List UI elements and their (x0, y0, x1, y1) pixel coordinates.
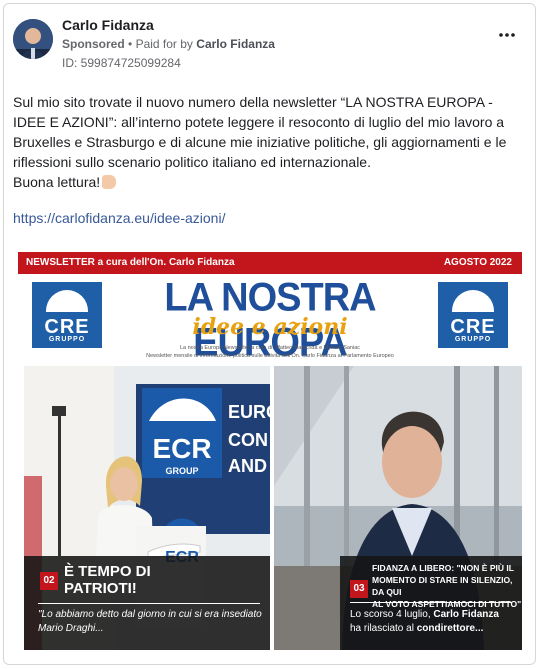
ad-meta: Sponsored • Paid for by Carlo Fidanza (62, 37, 275, 51)
logo-sub: GRUPPO (48, 336, 86, 343)
advertiser-name[interactable]: Carlo Fidanza (62, 17, 154, 33)
ad-body-text: Sul mio sito trovate il nuovo numero del… (13, 92, 525, 192)
left-caption-title: È TEMPO DI PATRIOTI! (64, 563, 151, 597)
left-caption-text: "Lo abbiamo detto dal giorno in cui si e… (38, 609, 262, 634)
dome-icon (452, 290, 494, 312)
ad-card: Carlo Fidanza Sponsored • Paid for by Ca… (3, 3, 536, 665)
article-number: 02 (40, 572, 58, 590)
newsletter-credits: La nostra Europa Newsletter a cura di: M… (118, 344, 422, 360)
sign-line-3: AND (228, 456, 267, 476)
sponsored-label: Sponsored (62, 37, 125, 51)
body-closing: Buona lettura! (13, 172, 525, 192)
closing-text: Buona lettura! (13, 174, 101, 190)
right-article-photo: 03 FIDANZA A LIBERO: "NON È PIÙ IL MOMEN… (274, 366, 522, 650)
caption-rule (38, 603, 260, 604)
right-title-line-1: FIDANZA A LIBERO: "NON È PIÙ IL (372, 563, 514, 573)
ad-link[interactable]: https://carlofidanza.eu/idee-azioni/ (13, 210, 225, 226)
sign-line-2: CON (228, 430, 268, 450)
ad-creative-image[interactable]: NEWSLETTER a cura dell'On. Carlo Fidanza… (18, 252, 522, 650)
logo-sub: GRUPPO (454, 336, 492, 343)
caption-rule (350, 602, 512, 603)
newsletter-subtitle: idee e azioni (192, 314, 348, 340)
credits-line-1: La nostra Europa Newsletter a cura di: M… (179, 345, 361, 351)
more-options-icon[interactable] (498, 28, 516, 42)
paid-for-by-label: Paid for by (135, 37, 193, 51)
dome-icon (46, 290, 88, 312)
more-dots-icon (499, 33, 515, 37)
ad-id: ID: 599874725099284 (62, 56, 181, 70)
advertiser-avatar[interactable] (13, 19, 53, 59)
sign-line-1: EURO (228, 402, 270, 422)
right-caption-text: Lo scorso 4 luglio, Carlo Fidanza ha ril… (350, 608, 520, 636)
right-text-part-1: Lo scorso 4 luglio, (350, 609, 431, 620)
cre-logo-right: CRE GRUPPO (438, 282, 508, 348)
left-title-line-1: È TEMPO DI (64, 563, 151, 580)
newsletter-banner: NEWSLETTER a cura dell'On. Carlo Fidanza… (18, 252, 522, 274)
body-paragraph: Sul mio sito trovate il nuovo numero del… (13, 94, 507, 170)
right-title-line-2: MOMENTO DI STARE IN SILENZIO, DA QUI (372, 575, 513, 597)
banner-left-text: NEWSLETTER a cura dell'On. Carlo Fidanza (26, 257, 235, 268)
credits-line-2: Newsletter mensile di informazione polit… (146, 353, 394, 359)
meta-separator: • (128, 37, 133, 51)
payer-name[interactable]: Carlo Fidanza (196, 37, 275, 51)
right-text-bold: condirettore... (416, 623, 484, 634)
ecr-text: ECR (152, 433, 211, 464)
right-text-name: Carlo Fidanza (433, 609, 499, 620)
left-title-line-2: PATRIOTI! (64, 580, 137, 597)
avatar-photo (13, 19, 53, 59)
pointing-down-hand-icon (102, 175, 117, 189)
right-text-part-2: ha rilasciato al (350, 623, 414, 634)
banner-date: AGOSTO 2022 (443, 257, 512, 268)
cre-logo-left: CRE GRUPPO (32, 282, 102, 348)
left-article-photo: ECR GROUP EURO CON AND ECR 02 È TEMPO DI (24, 366, 270, 650)
ecr-sub: GROUP (165, 466, 198, 476)
left-caption: 02 È TEMPO DI PATRIOTI! "Lo abbiamo dett… (24, 556, 270, 650)
right-caption: 03 FIDANZA A LIBERO: "NON È PIÙ IL MOMEN… (340, 556, 522, 650)
article-number: 03 (350, 580, 368, 598)
